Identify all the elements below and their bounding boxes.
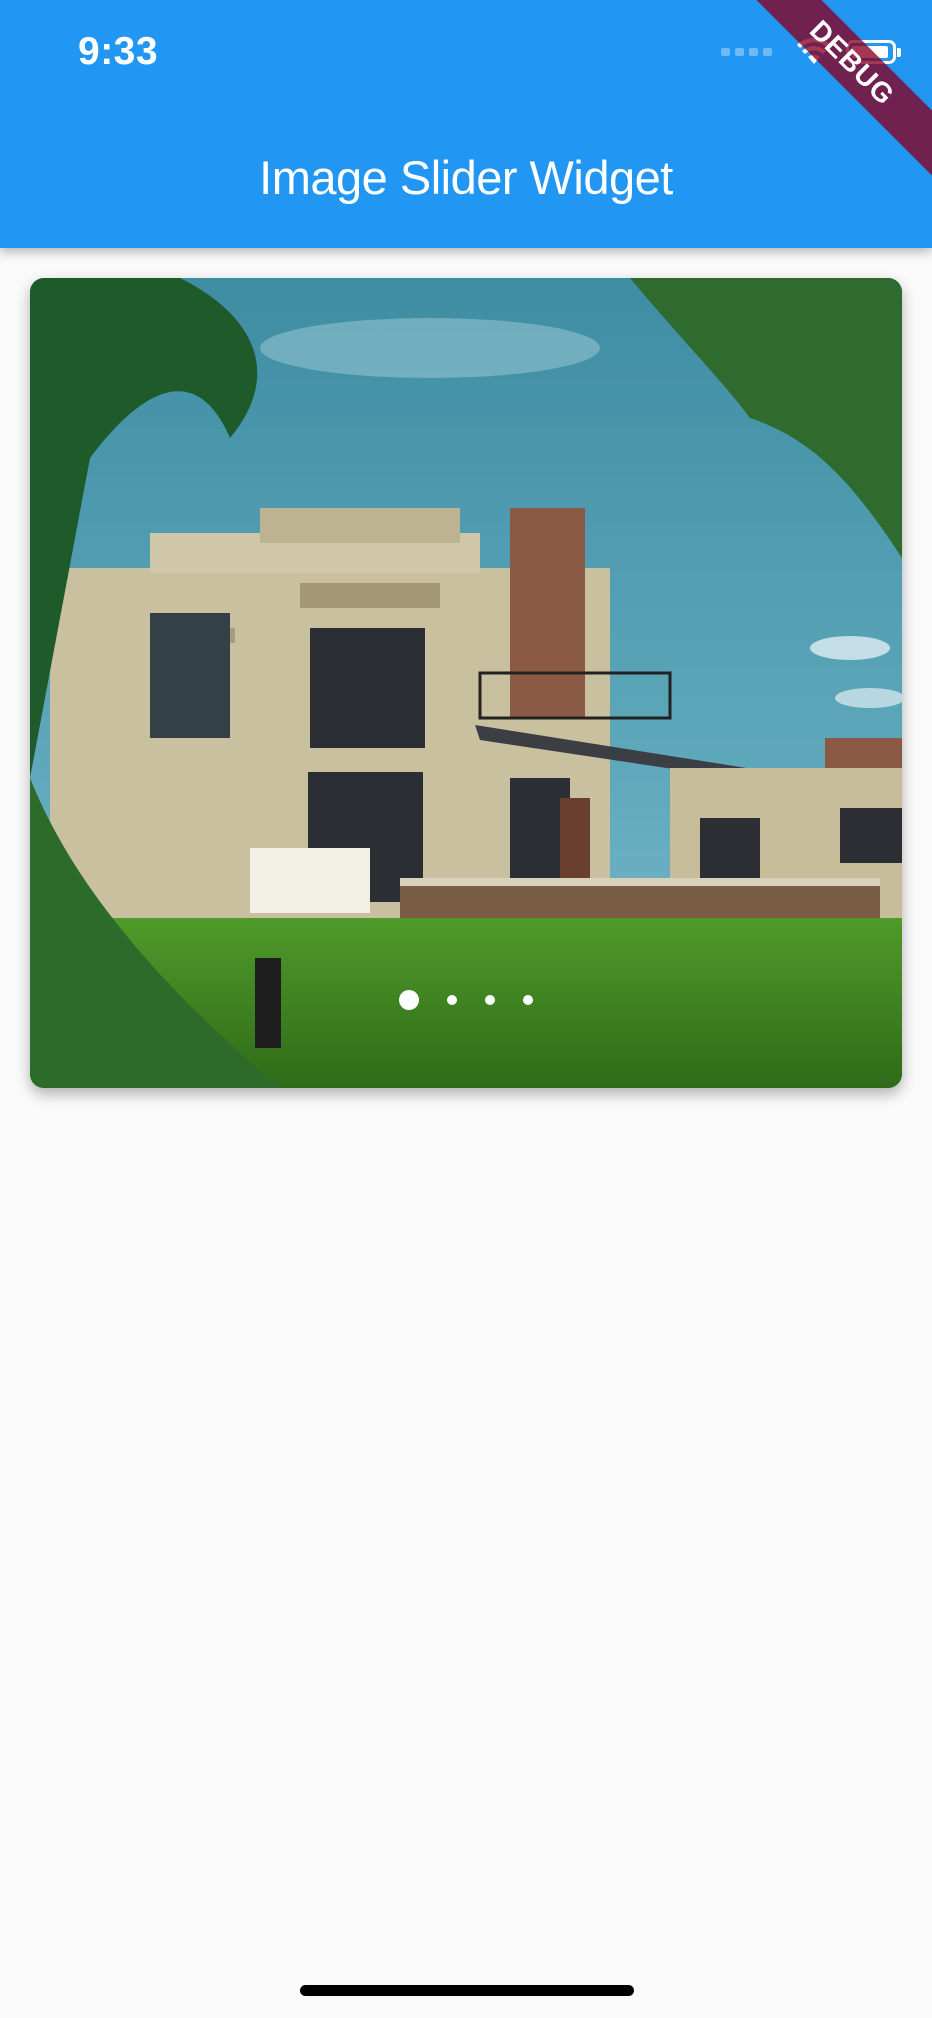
slider-dot-4[interactable] <box>523 995 533 1005</box>
cellular-signal-icon <box>721 48 772 56</box>
slide-image <box>30 278 902 1088</box>
app-bar: 9:33 Image Slider Widget <box>0 0 932 248</box>
image-slider[interactable] <box>30 278 902 1088</box>
slider-indicator <box>0 990 932 1010</box>
page-title: Image Slider Widget <box>259 151 673 204</box>
status-time: 9:33 <box>78 30 159 73</box>
slider-dot-2[interactable] <box>447 995 457 1005</box>
home-indicator[interactable] <box>300 1985 634 1996</box>
slider-dot-3[interactable] <box>485 995 495 1005</box>
slider-dot-1-active[interactable] <box>399 990 419 1010</box>
